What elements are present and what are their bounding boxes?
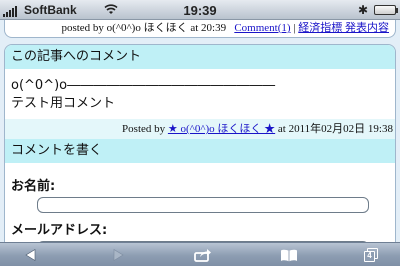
comments-box: この記事へのコメント o(^0^)o―――――――――――――――― テスト用コ…: [4, 44, 396, 242]
clock: 19:39: [183, 3, 217, 18]
forward-arrow-icon: [113, 249, 124, 261]
name-label: お名前:: [11, 179, 56, 194]
forward-button[interactable]: [110, 247, 126, 263]
pages-count: 4: [364, 251, 375, 262]
bookmarks-icon: [281, 249, 297, 261]
web-page[interactable]: posted by o(^0^)o ほくほく at 20:39 Comment(…: [0, 20, 400, 242]
category-link[interactable]: 経済指標 発表内容: [298, 22, 389, 34]
comment-line-1: o(^0^)o――――――――――――――――: [11, 78, 276, 93]
email-label: メールアドレス:: [11, 223, 108, 238]
status-bar: SoftBank 19:39 ✱: [0, 0, 400, 20]
back-arrow-icon: [24, 249, 35, 261]
back-button[interactable]: [22, 247, 38, 263]
browser-toolbar: 4: [0, 242, 400, 266]
comment-form-heading: コメントを書く: [5, 139, 395, 163]
bluetooth-icon: ✱: [357, 3, 368, 17]
share-button[interactable]: [193, 247, 213, 263]
battery-icon: [374, 5, 398, 15]
entry-footer: posted by o(^0^)o ほくほく at 20:39 Comment(…: [4, 20, 396, 38]
bookmarks-button[interactable]: [279, 247, 299, 263]
entry-posted-info: posted by o(^0^)o ほくほく at 20:39: [61, 22, 227, 34]
share-icon: [194, 249, 211, 262]
comment-link[interactable]: Comment(1): [234, 22, 290, 34]
comments-heading: この記事へのコメント: [5, 45, 395, 69]
comment-body: o(^0^)o―――――――――――――――― テスト用コメント: [5, 69, 395, 113]
comment-author-link[interactable]: ★ o(^0^)o ほくほく ★: [168, 123, 275, 135]
comment-form: お名前: メールアドレス:: [5, 163, 395, 242]
posted-by-label: Posted by: [122, 123, 168, 135]
name-field[interactable]: [37, 197, 369, 213]
comment-timestamp: at 2011年02月02日 19:38: [275, 123, 393, 135]
comment-posted-info: Posted by ★ o(^0^)o ほくほく ★ at 2011年02月02…: [5, 119, 395, 139]
pages-icon: 4: [364, 248, 378, 262]
pages-button[interactable]: 4: [362, 247, 380, 263]
comment-line-2: テスト用コメント: [11, 96, 116, 111]
